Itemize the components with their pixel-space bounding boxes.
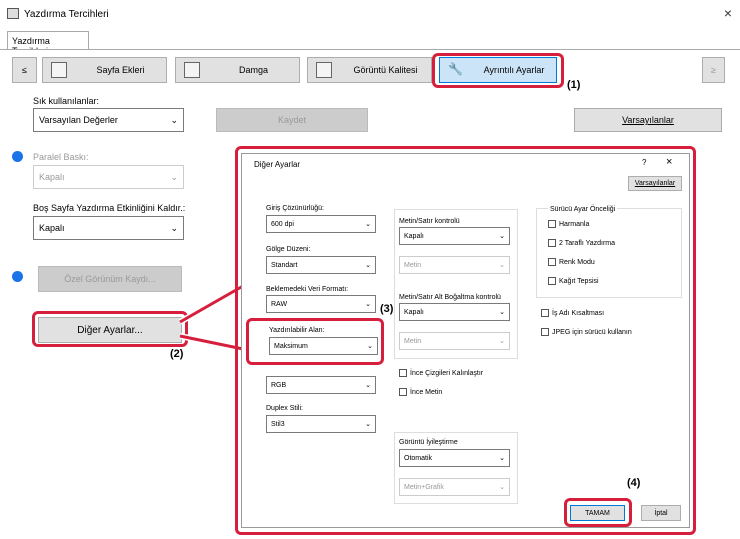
thin-control-sub-select[interactable]: Metin ⌄	[399, 332, 510, 350]
chevron-down-icon: ⌄	[499, 484, 505, 491]
image-improvement-label: Görüntü İyileştirme	[399, 439, 458, 446]
shade-select[interactable]: Standart ⌄	[266, 256, 376, 274]
collate-checkbox[interactable]: Harmanla	[548, 220, 589, 228]
cancel-button[interactable]: İptal	[641, 505, 681, 521]
chevron-down-icon: ⌄	[499, 338, 505, 345]
checkbox-icon	[548, 220, 556, 228]
color-select[interactable]: RGB ⌄	[266, 376, 376, 394]
chevron-down-icon: ⌄	[365, 262, 371, 269]
highlight-4	[564, 498, 632, 527]
color-mode-checkbox[interactable]: Renk Modu	[548, 258, 595, 266]
text-control-label: Metin/Satır kontrolü	[399, 218, 460, 225]
resolution-label: Giriş Çözünürlüğü:	[266, 205, 324, 212]
duplex-priority-checkbox[interactable]: 2 Taraflı Yazdırma	[548, 239, 615, 247]
text-control-select[interactable]: Kapalı ⌄	[399, 227, 510, 245]
callout-4: (4)	[627, 477, 641, 489]
thin-control-select[interactable]: Kapalı ⌄	[399, 303, 510, 321]
close-icon[interactable]: ×	[666, 156, 672, 168]
checkbox-icon	[548, 277, 556, 285]
duplex-select[interactable]: Stil3 ⌄	[266, 415, 376, 433]
checkbox-icon	[548, 239, 556, 247]
thin-text-checkbox[interactable]: İnce Metin	[399, 388, 442, 396]
jpeg-checkbox[interactable]: JPEG için sürücü kullanın	[541, 328, 632, 336]
spool-select[interactable]: RAW ⌄	[266, 295, 376, 313]
checkbox-icon	[399, 388, 407, 396]
priority-label: Sürücü Ayar Önceliği	[548, 206, 618, 213]
chevron-down-icon: ⌄	[499, 455, 505, 462]
arrow-line	[179, 334, 244, 351]
chevron-down-icon: ⌄	[365, 382, 371, 389]
checkbox-icon	[541, 328, 549, 336]
chevron-down-icon: ⌄	[499, 309, 505, 316]
resolution-select[interactable]: 600 dpi ⌄	[266, 215, 376, 233]
paper-tray-checkbox[interactable]: Kağıt Tepsisi	[548, 277, 599, 285]
chevron-down-icon: ⌄	[365, 421, 371, 428]
chevron-down-icon: ⌄	[499, 233, 505, 240]
dialog-defaults-button[interactable]: Varsayılanlar	[628, 176, 682, 191]
highlight-3	[246, 318, 384, 365]
job-name-checkbox[interactable]: İş Adı Kısaltması	[541, 309, 604, 317]
dialog-title: Diğer Ayarlar	[254, 160, 301, 169]
duplex-label: Duplex Stili:	[266, 405, 303, 412]
chevron-down-icon: ⌄	[365, 301, 371, 308]
shade-label: Gölge Düzeni:	[266, 246, 311, 253]
arrow-line	[179, 284, 244, 324]
callout-3: (3)	[380, 303, 394, 315]
image-improvement-select[interactable]: Otomatik ⌄	[399, 449, 510, 467]
checkbox-icon	[399, 369, 407, 377]
checkbox-icon	[541, 309, 549, 317]
thin-lines-checkbox[interactable]: İnce Çizgileri Kalınlaştır	[399, 369, 483, 377]
checkbox-icon	[548, 258, 556, 266]
thin-control-label: Metin/Satır Alt Boğaltma kontrolü	[399, 294, 501, 301]
chevron-down-icon: ⌄	[365, 221, 371, 228]
chevron-down-icon: ⌄	[499, 262, 505, 269]
spool-label: Beklemedeki Veri Formatı:	[266, 286, 349, 293]
help-icon[interactable]: ?	[642, 158, 646, 167]
image-improvement-sub-select[interactable]: Metin+Grafik ⌄	[399, 478, 510, 496]
text-control-sub-select[interactable]: Metin ⌄	[399, 256, 510, 274]
